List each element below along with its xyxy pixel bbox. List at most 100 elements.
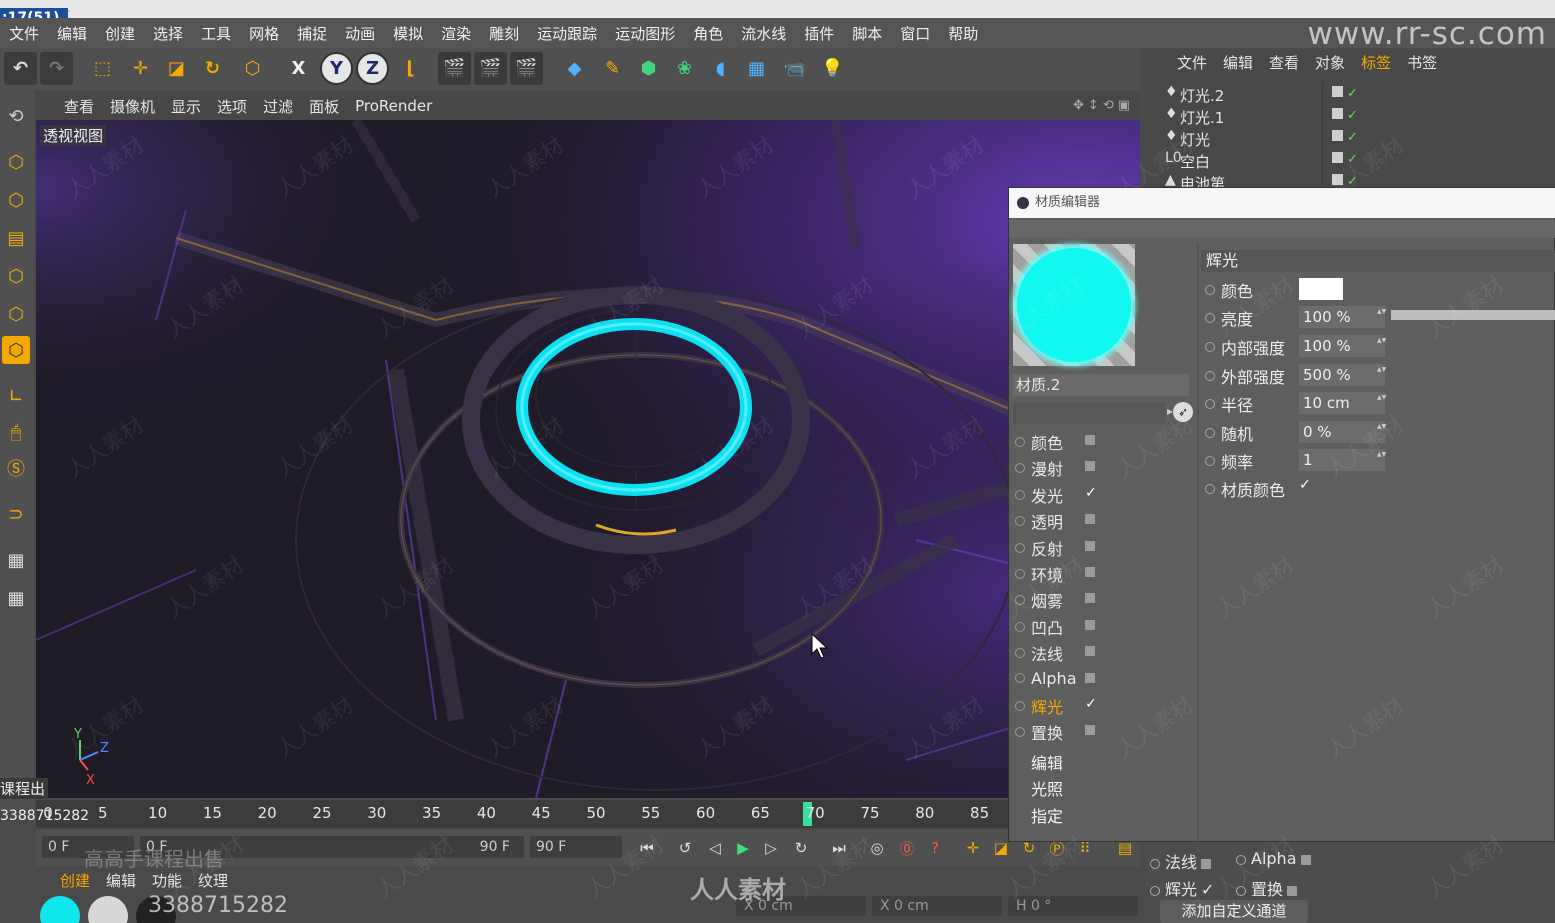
menu-item-12[interactable]: 运动图形: [606, 23, 684, 44]
polygons-mode-icon[interactable]: ⬡: [2, 336, 30, 364]
channel-checkbox[interactable]: [1085, 540, 1095, 551]
menu-item-9[interactable]: 渲染: [432, 23, 480, 44]
channel-radio[interactable]: [1015, 463, 1025, 474]
channel-radio[interactable]: [1015, 648, 1025, 659]
attr-alpha-checkbox[interactable]: [1300, 854, 1311, 865]
menu-item-3[interactable]: 选择: [144, 23, 192, 44]
object-row[interactable]: ♦ 灯光.1 ✓: [1150, 106, 1550, 128]
menu-item-14[interactable]: 流水线: [732, 23, 795, 44]
viewport-nav-icons[interactable]: ✥↕⟲▣: [1073, 98, 1134, 113]
material-manager-menu-item-1[interactable]: 编辑: [98, 870, 144, 891]
glow-inner-field[interactable]: 100 %: [1299, 335, 1385, 357]
coordinate-field-2[interactable]: H 0 °: [1008, 896, 1138, 916]
attr-normal-option[interactable]: 法线: [1150, 849, 1212, 873]
glow-outer-animate-radio[interactable]: [1205, 371, 1215, 381]
menu-item-2[interactable]: 创建: [96, 23, 144, 44]
viewport-menu-item-4[interactable]: 过滤: [255, 96, 301, 117]
channel-9[interactable]: Alpha: [1015, 668, 1095, 692]
enabled-check-icon[interactable]: ✓: [1347, 86, 1358, 101]
layer-square-icon[interactable]: [1332, 174, 1343, 185]
perspective-viewport[interactable]: Y Z X 透视视图 网格: [36, 120, 1140, 798]
material-manager-menu-item-0[interactable]: 创建: [52, 870, 98, 891]
menu-item-4[interactable]: 工具: [192, 23, 240, 44]
channel-0[interactable]: 颜色: [1015, 430, 1095, 454]
channel-radio[interactable]: [1015, 673, 1025, 684]
material-manager-menu-item-2[interactable]: 功能: [144, 870, 190, 891]
channel-2[interactable]: 发光 ✓: [1015, 483, 1097, 507]
next-frame-icon[interactable]: ▷: [758, 835, 784, 861]
channel-checkbox[interactable]: [1085, 672, 1095, 683]
attr-glow-radio[interactable]: [1150, 885, 1160, 896]
object-manager-menu-item-0[interactable]: 文件: [1169, 52, 1215, 73]
glow-frequency-animate-radio[interactable]: [1205, 456, 1215, 466]
channel-10[interactable]: 辉光 ✓: [1015, 694, 1097, 718]
section-1[interactable]: 光照: [1031, 776, 1063, 800]
glow-brightness-field[interactable]: 100 %: [1299, 306, 1385, 328]
menu-item-11[interactable]: 运动跟踪: [528, 23, 606, 44]
y-axis-lock-icon[interactable]: Y: [320, 52, 353, 85]
axis-mode-icon[interactable]: ∟: [2, 382, 30, 410]
object-manager-menu-item-2[interactable]: 查看: [1261, 52, 1307, 73]
camera-icon[interactable]: 📹: [778, 52, 811, 85]
render-view-icon[interactable]: 🎬: [438, 52, 471, 85]
glow-color-swatch[interactable]: [1299, 278, 1343, 300]
cube-primitive-icon[interactable]: ◆: [558, 52, 591, 85]
channel-radio[interactable]: [1015, 595, 1025, 606]
attr-normal-radio[interactable]: [1150, 858, 1160, 869]
play-icon[interactable]: ▶: [730, 835, 756, 861]
go-to-end-icon[interactable]: ⏭: [826, 835, 852, 861]
channel-radio[interactable]: [1015, 701, 1025, 711]
channel-checkbox[interactable]: [1085, 461, 1095, 472]
menu-item-0[interactable]: 文件: [0, 23, 48, 44]
glow-brightness-animate-radio[interactable]: [1205, 313, 1215, 323]
snap-icon[interactable]: Ⓢ: [2, 454, 30, 482]
object-manager-menu-item-4[interactable]: 标签: [1353, 52, 1399, 73]
record-icon[interactable]: ◎: [864, 835, 890, 861]
object-row[interactable]: ♦ 灯光 ✓: [1150, 128, 1550, 150]
layer-square-icon[interactable]: [1332, 130, 1343, 141]
prev-frame-icon[interactable]: ◁: [702, 835, 728, 861]
material-preview[interactable]: [1013, 244, 1135, 366]
floor-icon[interactable]: ▦: [740, 52, 773, 85]
layer-square-icon[interactable]: [1332, 86, 1343, 97]
menu-item-18[interactable]: 帮助: [939, 23, 987, 44]
subdivision-icon[interactable]: ⬢: [632, 52, 665, 85]
move-icon[interactable]: ✛: [124, 52, 157, 85]
object-row[interactable]: ♦ 灯光.2 ✓: [1150, 84, 1550, 106]
object-manager-menu-item-1[interactable]: 编辑: [1215, 52, 1261, 73]
workplane-lock-icon[interactable]: ▦: [2, 546, 30, 574]
object-visibility-flags[interactable]: ✓: [1332, 130, 1362, 146]
menu-item-10[interactable]: 雕刻: [480, 23, 528, 44]
pen-spline-icon[interactable]: ✎: [596, 52, 629, 85]
edges-mode-icon[interactable]: ⬡: [2, 300, 30, 328]
go-to-start-icon[interactable]: ⏮: [634, 835, 660, 861]
material-editor-titlebar[interactable]: 材质编辑器: [1009, 188, 1555, 218]
viewport-menu-item-6[interactable]: ProRender: [347, 97, 440, 115]
channel-radio[interactable]: [1015, 727, 1025, 738]
attr-displace-checkbox[interactable]: [1287, 885, 1298, 896]
magnet-icon[interactable]: ⊃: [2, 500, 30, 528]
layer-square-icon[interactable]: [1332, 108, 1343, 119]
keyframe-selection-icon[interactable]: ?: [922, 835, 948, 861]
menu-item-8[interactable]: 模拟: [384, 23, 432, 44]
material-layer-field[interactable]: [1013, 402, 1165, 424]
tweak-mode-icon[interactable]: 🖱: [2, 418, 30, 446]
glow-radius-animate-radio[interactable]: [1205, 399, 1215, 409]
enabled-check-icon[interactable]: ✓: [1347, 152, 1358, 167]
rotate-icon[interactable]: ↻: [196, 52, 229, 85]
viewport-menu-item-2[interactable]: 显示: [163, 96, 209, 117]
section-2[interactable]: 指定: [1031, 803, 1063, 827]
viewport-menu-item-1[interactable]: 摄像机: [102, 96, 163, 117]
glow-frequency-field[interactable]: 1: [1299, 449, 1385, 471]
attr-displace-option[interactable]: 置换: [1236, 876, 1298, 900]
texture-mode-icon[interactable]: ⬡: [2, 186, 30, 214]
channel-1[interactable]: 漫射: [1015, 456, 1095, 480]
points-mode-icon[interactable]: ⬡: [2, 262, 30, 290]
light-icon[interactable]: 💡: [816, 52, 849, 85]
material-manager-menu-item-3[interactable]: 纹理: [190, 870, 236, 891]
render-picture-viewer-icon[interactable]: 🎬: [474, 52, 507, 85]
attr-alpha-option[interactable]: Alpha: [1236, 849, 1311, 868]
channel-radio[interactable]: [1015, 621, 1025, 632]
pick-cursor-icon[interactable]: ➶: [1173, 402, 1193, 422]
object-manager-menu-item-3[interactable]: 对象: [1307, 52, 1353, 73]
